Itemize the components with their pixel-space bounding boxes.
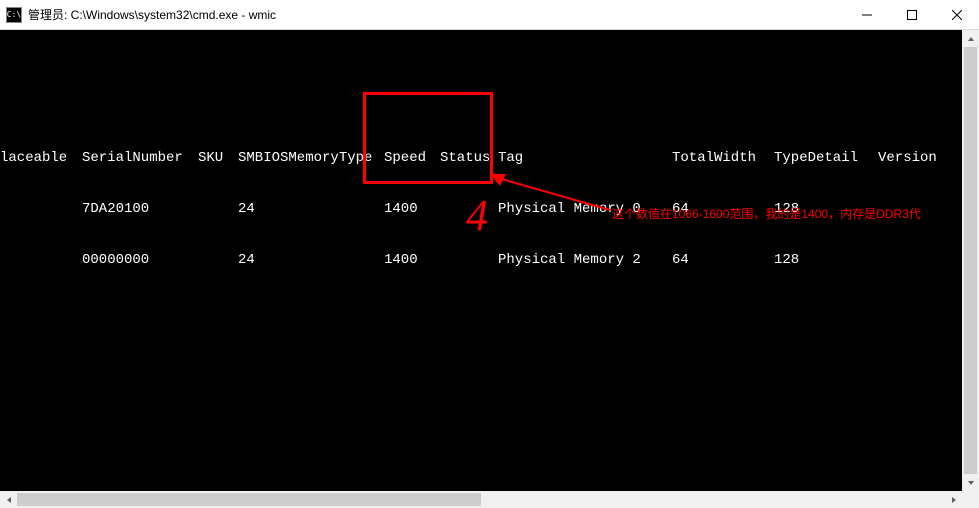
scroll-left-button[interactable] [0,491,17,508]
col-status: Status [440,150,498,167]
scroll-thumb[interactable] [964,47,977,474]
cell-version [878,252,958,269]
cell-typedetail: 128 [774,201,878,218]
col-tag: Tag [498,150,672,167]
col-serialnumber: SerialNumber [82,150,198,167]
cell-version [878,201,958,218]
scroll-track[interactable] [17,491,945,508]
cell-tag: Physical Memory 2 [498,252,672,269]
minimize-icon [862,10,872,20]
col-speed: Speed [384,150,440,167]
scroll-thumb[interactable] [17,493,481,506]
horizontal-scrollbar[interactable] [0,491,962,508]
close-button[interactable] [934,0,979,29]
cell-smbios: 24 [238,201,384,218]
maximize-icon [907,10,917,20]
scroll-track[interactable] [962,47,979,474]
table-header-row: laceable SerialNumber SKU SMBIOSMemoryTy… [0,150,962,167]
table-row: 00000000 24 1400 Physical Memory 2 64 12… [0,252,962,269]
cell-serial: 00000000 [82,252,198,269]
window-title: 管理员: C:\Windows\system32\cmd.exe - wmic [28,6,276,23]
cell-tag: Physical Memory 0 [498,201,672,218]
cell-sku [198,201,238,218]
minimize-button[interactable] [844,0,889,29]
cell-smbios: 24 [238,252,384,269]
col-sku: SKU [198,150,238,167]
cell-speed: 1400 [384,201,440,218]
window-controls [844,0,979,29]
chevron-right-icon [950,496,958,504]
vertical-scrollbar[interactable] [962,30,979,491]
chevron-down-icon [967,479,975,487]
close-icon [952,10,962,20]
cell-totalwidth: 64 [672,252,774,269]
cell-laceable [0,252,82,269]
titlebar: C:\ 管理员: C:\Windows\system32\cmd.exe - w… [0,0,979,30]
cell-totalwidth: 64 [672,201,774,218]
title-left: C:\ 管理员: C:\Windows\system32\cmd.exe - w… [6,6,276,23]
chevron-up-icon [967,35,975,43]
scrollbar-corner [962,491,979,508]
col-version: Version [878,150,958,167]
maximize-button[interactable] [889,0,934,29]
cell-status [440,201,498,218]
col-smbiosmemorytype: SMBIOSMemoryType [238,150,384,167]
cell-laceable [0,201,82,218]
col-laceable: laceable [0,150,82,167]
col-totalwidth: TotalWidth [672,150,774,167]
scroll-down-button[interactable] [962,474,979,491]
cell-sku [198,252,238,269]
cell-status [440,252,498,269]
cell-speed: 1400 [384,252,440,269]
cell-serial: 7DA20100 [82,201,198,218]
col-typedetail: TypeDetail [774,150,878,167]
scroll-right-button[interactable] [945,491,962,508]
chevron-left-icon [5,496,13,504]
scroll-up-button[interactable] [962,30,979,47]
cell-typedetail: 128 [774,252,878,269]
cmd-icon: C:\ [6,7,22,23]
terminal-output: laceable SerialNumber SKU SMBIOSMemoryTy… [0,30,962,491]
table-row: 7DA20100 24 1400 Physical Memory 0 64 12… [0,201,962,218]
